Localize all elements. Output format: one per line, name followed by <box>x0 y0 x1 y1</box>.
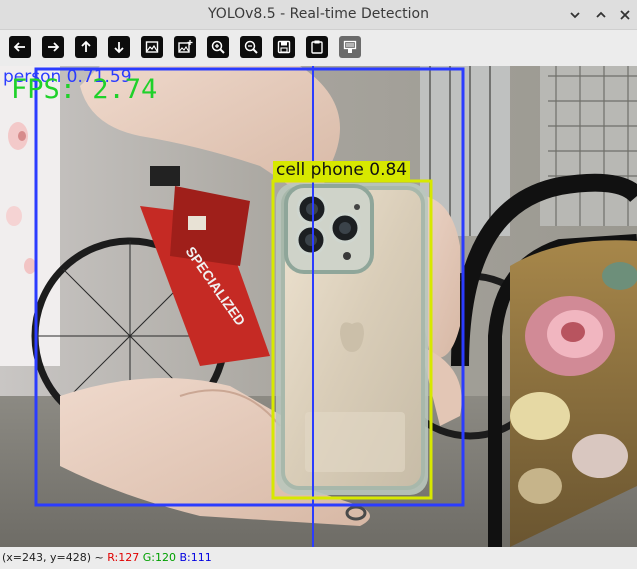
close-button[interactable] <box>616 6 634 24</box>
cursor-coordinates: (x=243, y=428) ~ <box>2 551 104 564</box>
properties-icon <box>343 40 357 53</box>
copy-button[interactable] <box>306 36 328 58</box>
title-bar: YOLOv8.5 - Real-time Detection <box>0 0 637 30</box>
arrow-left-icon <box>13 42 25 52</box>
phone-detection-label: cell phone 0.84 <box>273 161 411 180</box>
clipboard-icon <box>311 40 323 54</box>
pixel-green-value: G:120 <box>142 551 176 564</box>
arrow-up-icon <box>81 40 91 52</box>
close-icon <box>620 10 630 20</box>
pixel-red-value: R:127 <box>107 551 140 564</box>
zoom-in-icon <box>211 40 225 54</box>
zoom-out-icon <box>244 40 258 54</box>
zoom-in-button[interactable] <box>207 36 229 58</box>
image-icon <box>145 41 159 53</box>
fps-counter: FPS: 2.74 <box>11 74 158 105</box>
save-button[interactable] <box>273 36 295 58</box>
status-bar: (x=243, y=428) ~ R:127 G:120 B:111 <box>0 547 637 569</box>
image-viewport[interactable]: SPECIALIZED person 0.71.59 FPS: 2.74 cel… <box>0 66 637 547</box>
toolbar <box>0 30 637 66</box>
zoom-original-button[interactable] <box>174 36 196 58</box>
save-icon <box>277 40 291 54</box>
zoom-fit-button[interactable] <box>141 36 163 58</box>
chevron-up-icon <box>596 11 606 18</box>
app-window: YOLOv8.5 - Real-time Detection SPECIALIZ… <box>0 0 637 569</box>
chevron-down-icon <box>570 12 580 19</box>
camera-frame: SPECIALIZED <box>0 66 637 547</box>
pan-up-button[interactable] <box>75 36 97 58</box>
minimize-button[interactable] <box>566 6 584 24</box>
pan-left-button[interactable] <box>9 36 31 58</box>
pan-right-button[interactable] <box>42 36 64 58</box>
pixel-blue-value: B:111 <box>179 551 212 564</box>
maximize-button[interactable] <box>592 6 610 24</box>
zoom-out-button[interactable] <box>240 36 262 58</box>
window-title: YOLOv8.5 - Real-time Detection <box>208 6 429 22</box>
arrow-right-icon <box>48 42 60 52</box>
arrow-down-icon <box>114 42 124 54</box>
image-plus-icon <box>178 40 193 53</box>
properties-button[interactable] <box>339 36 361 58</box>
pan-down-button[interactable] <box>108 36 130 58</box>
